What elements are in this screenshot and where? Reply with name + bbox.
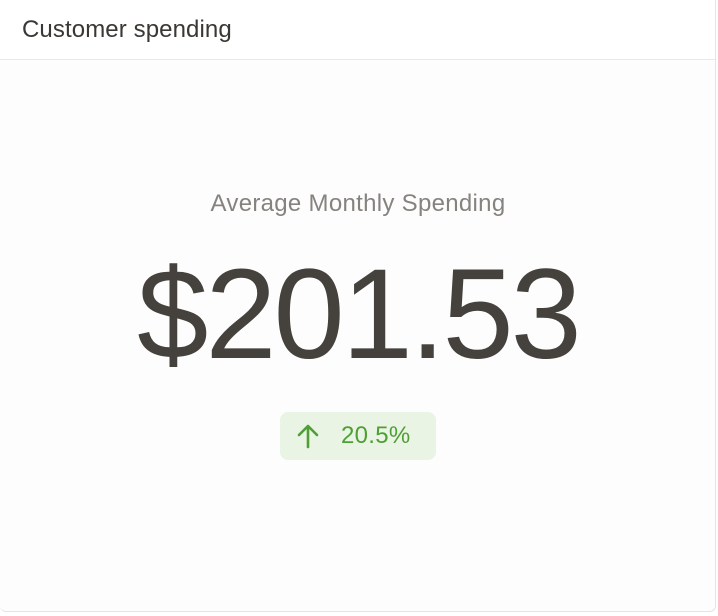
change-value: 20.5% [341,422,411,449]
arrow-up-icon [297,424,319,449]
card-title: Customer spending [22,15,232,43]
customer-spending-card: Customer spending Average Monthly Spendi… [0,0,716,612]
metric-label: Average Monthly Spending [210,190,506,217]
metric-value: $201.53 [137,243,582,386]
card-header: Customer spending [0,0,715,60]
change-badge: 20.5% [280,412,436,460]
card-body: Average Monthly Spending $201.53 20.5% [0,60,715,610]
